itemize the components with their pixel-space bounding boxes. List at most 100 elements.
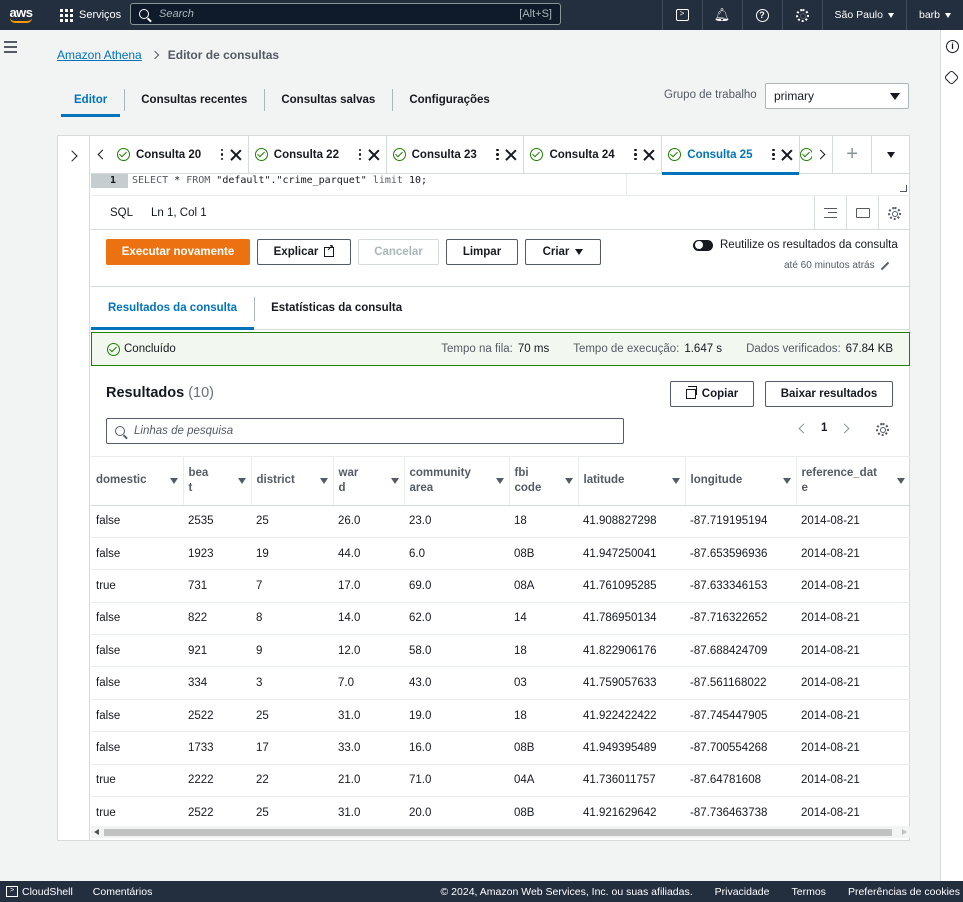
scrollbar-thumb[interactable]: [104, 829, 892, 836]
table-cell: 08A: [509, 569, 578, 603]
editor-settings-button[interactable]: [878, 196, 910, 230]
settings-button[interactable]: [781, 0, 822, 30]
table-cell: 41.759057633: [578, 666, 685, 700]
close-icon[interactable]: [781, 149, 793, 161]
help-button[interactable]: ?: [741, 0, 782, 30]
sort-caret-icon[interactable]: [495, 477, 504, 484]
tab-recent-queries[interactable]: Consultas recentes: [124, 83, 264, 117]
previous-page-icon[interactable]: [798, 423, 809, 433]
info-icon[interactable]: i: [946, 40, 959, 53]
query-tab[interactable]: Consulta 20: [111, 135, 249, 174]
sort-caret-icon[interactable]: [564, 477, 573, 484]
tab-saved-queries[interactable]: Consultas salvas: [264, 83, 392, 117]
sort-caret-icon[interactable]: [237, 477, 246, 484]
close-icon[interactable]: [505, 149, 517, 161]
cookie-preferences-link[interactable]: Preferências de cookies: [848, 886, 960, 898]
results-filter[interactable]: [106, 418, 624, 444]
create-button[interactable]: Criar: [525, 239, 601, 265]
horizontal-scrollbar[interactable]: [91, 826, 910, 838]
tab-settings[interactable]: Configurações: [392, 83, 507, 117]
column-header-content: community area: [410, 466, 504, 496]
format-query-button[interactable]: [814, 196, 846, 230]
sort-caret-icon[interactable]: [390, 477, 399, 484]
scroll-right-arrow-icon[interactable]: [902, 829, 907, 835]
scroll-left-arrow-icon[interactable]: [94, 829, 99, 835]
more-options-icon[interactable]: [496, 148, 499, 161]
column-header[interactable]: bea t: [183, 457, 252, 506]
workgroup-select[interactable]: primary: [765, 83, 909, 109]
column-header[interactable]: war d: [333, 457, 405, 506]
query-tab-active[interactable]: Consulta 25: [662, 135, 801, 175]
column-header[interactable]: community area: [404, 457, 510, 506]
column-header[interactable]: latitude: [578, 457, 686, 506]
clear-button[interactable]: Limpar: [446, 239, 518, 265]
query-tabs: Consulta 20 Consulta 22 Consulta 23 Cons…: [91, 135, 910, 175]
query-tab[interactable]: Consulta 23: [387, 135, 525, 174]
reuse-results-toggle[interactable]: Reutilize os resultados da consulta: [693, 239, 898, 251]
breadcrumb-current: Editor de consultas: [167, 48, 280, 62]
tab-query-stats[interactable]: Estatísticas da consulta: [254, 287, 419, 329]
sql-keyword: limit: [372, 175, 403, 186]
terms-link[interactable]: Termos: [792, 886, 826, 898]
table-row: false 921 9 12.0 58.0 18 41.822906176 -87.68842…: [91, 634, 910, 668]
services-menu-button[interactable]: Serviços: [60, 8, 121, 22]
account-menu[interactable]: barb: [905, 0, 963, 30]
feedback-link[interactable]: Comentários: [93, 886, 153, 898]
notifications-button[interactable]: 🔔︎: [701, 0, 742, 30]
column-header[interactable]: longitude: [685, 457, 797, 506]
table-preferences-gear-icon[interactable]: [876, 423, 889, 436]
cloudshell-footer-button[interactable]: > CloudShell: [6, 886, 73, 898]
tab-list-button[interactable]: [871, 135, 910, 174]
scroll-tabs-left-button[interactable]: [91, 136, 111, 174]
gear-icon: [795, 8, 809, 22]
more-options-icon[interactable]: [634, 148, 637, 161]
query-tab[interactable]: Consulta 22: [249, 135, 387, 174]
run-again-button[interactable]: Executar novamente: [106, 239, 250, 265]
explain-button[interactable]: Explicar: [257, 239, 351, 265]
tab-editor[interactable]: Editor: [57, 83, 124, 117]
data-panel-toggle[interactable]: [58, 136, 90, 840]
toggle-switch[interactable]: [693, 239, 713, 251]
download-results-button[interactable]: Baixar resultados: [765, 381, 893, 407]
query-tab[interactable]: Consulta 24: [524, 135, 663, 174]
scroll-tabs-right-button[interactable]: [812, 136, 832, 174]
more-options-icon[interactable]: [358, 148, 362, 161]
new-query-button[interactable]: +: [832, 135, 871, 174]
reuse-results-age[interactable]: até 60 minutos atrás: [784, 260, 890, 271]
sort-caret-icon[interactable]: [671, 477, 680, 484]
sort-caret-icon[interactable]: [782, 477, 791, 484]
more-options-icon[interactable]: [772, 148, 775, 161]
current-page[interactable]: 1: [821, 422, 827, 434]
aws-logo[interactable]: aws: [0, 0, 42, 30]
cancel-button[interactable]: Cancelar: [358, 239, 439, 265]
sql-editor[interactable]: 1 SELECT * FROM "default"."crime_parquet…: [91, 174, 910, 196]
next-page-icon[interactable]: [839, 423, 850, 433]
copy-button[interactable]: Copiar: [670, 381, 754, 407]
keyboard-shortcuts-button[interactable]: [846, 196, 878, 230]
results-search-input[interactable]: [134, 425, 615, 437]
tab-query-results[interactable]: Resultados da consulta: [91, 287, 255, 330]
column-header-label: war d: [339, 466, 359, 496]
column-header[interactable]: district: [251, 457, 334, 506]
sort-caret-icon[interactable]: [896, 477, 905, 484]
column-header[interactable]: domestic: [91, 457, 184, 506]
table-cell: 16.0: [404, 731, 509, 765]
sort-caret-icon[interactable]: [319, 477, 328, 484]
cloudshell-button[interactable]: >: [661, 0, 702, 30]
close-icon[interactable]: [643, 149, 655, 161]
column-header[interactable]: fbi code: [509, 457, 579, 506]
sort-caret-icon[interactable]: [169, 477, 178, 484]
resize-handle-icon[interactable]: [900, 185, 907, 192]
menu-icon[interactable]: [4, 41, 17, 56]
breadcrumb-athena-link[interactable]: Amazon Athena: [57, 48, 142, 62]
table-cell: -87.719195194: [685, 505, 796, 538]
privacy-link[interactable]: Privacidade: [715, 886, 770, 898]
column-header[interactable]: reference_dat e: [796, 457, 910, 506]
global-search-input[interactable]: Search [Alt+S]: [130, 3, 561, 25]
query-tab-partial[interactable]: [800, 136, 813, 174]
feedback-panel-icon[interactable]: [943, 69, 960, 86]
region-selector[interactable]: São Paulo: [821, 0, 906, 30]
more-options-icon[interactable]: [220, 148, 224, 161]
close-icon[interactable]: [368, 149, 380, 161]
close-icon[interactable]: [230, 149, 242, 161]
